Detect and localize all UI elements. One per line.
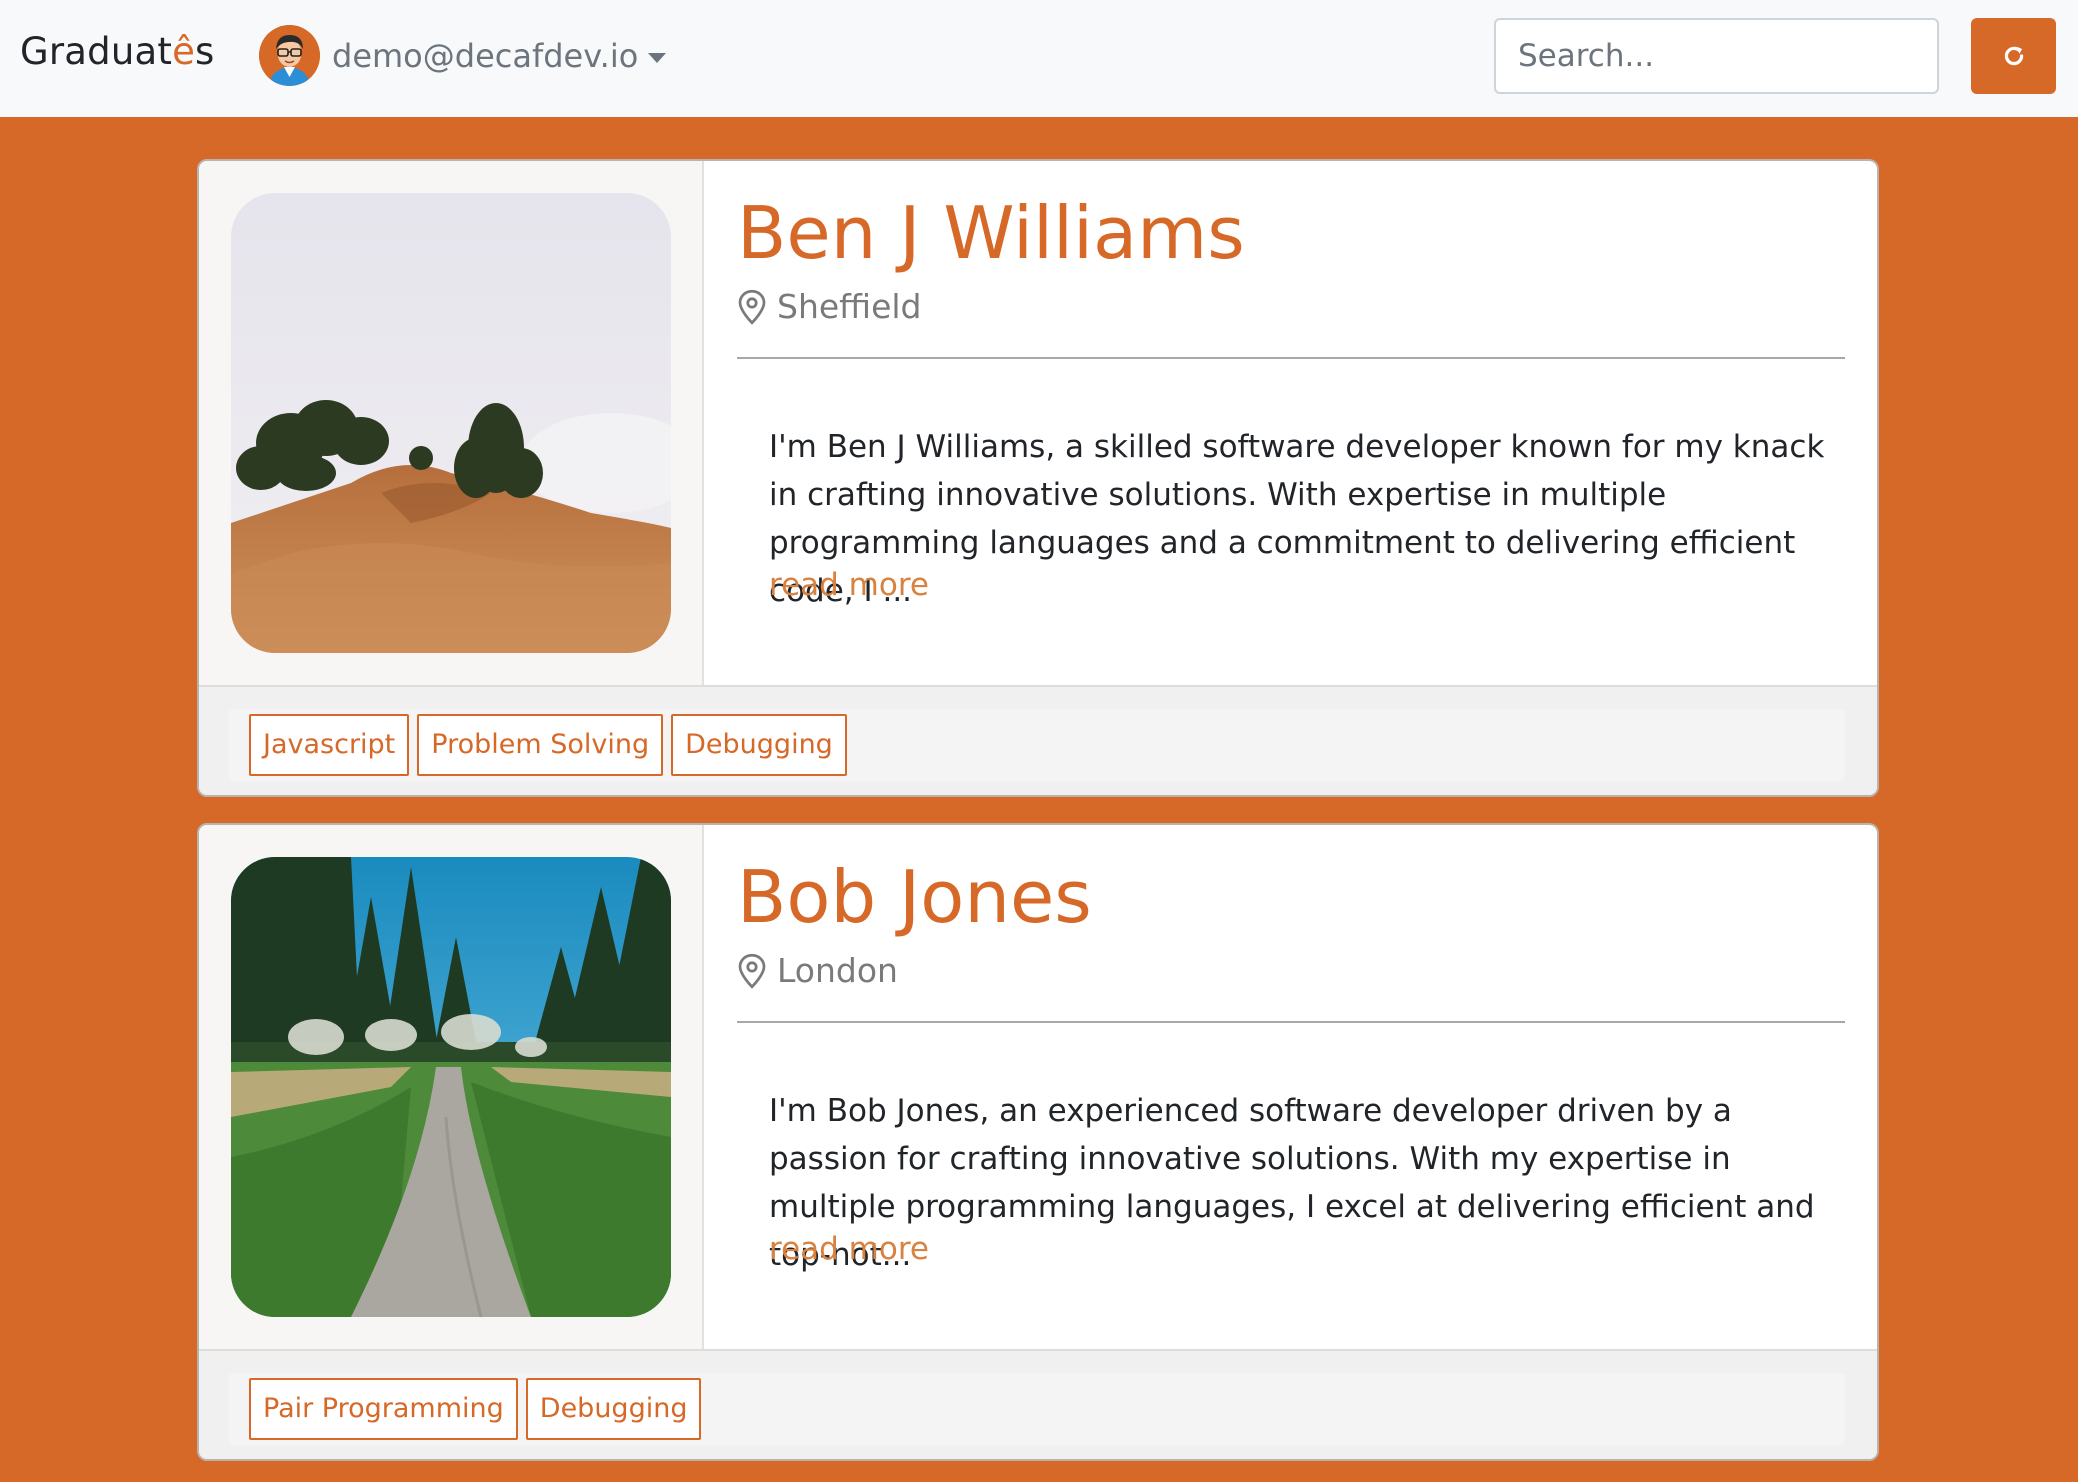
skill-tag[interactable]: Pair Programming (249, 1378, 518, 1440)
graduate-name[interactable]: Ben J Williams (737, 191, 1245, 275)
map-pin-icon (738, 953, 766, 989)
read-more-link[interactable]: read more (769, 567, 929, 603)
card-body: Bob Jones London I'm Bob Jones, an exper… (737, 825, 1847, 1349)
graduate-name[interactable]: Bob Jones (737, 855, 1092, 939)
graduate-photo[interactable] (231, 857, 671, 1317)
graduate-location: London (737, 951, 898, 990)
card-image-column (199, 825, 704, 1349)
graduate-photo[interactable] (231, 193, 671, 653)
skill-tag[interactable]: Problem Solving (417, 714, 664, 776)
location-text: London (777, 951, 898, 990)
map-pin-icon (738, 289, 766, 325)
card-body: Ben J Williams Sheffield I'm Ben J Willi… (737, 161, 1847, 685)
refresh-icon (2004, 46, 2023, 66)
graduate-card: Bob Jones London I'm Bob Jones, an exper… (197, 823, 1879, 1461)
skill-tag[interactable]: Debugging (525, 1378, 702, 1440)
skill-tag[interactable]: Javascript (249, 714, 410, 776)
user-menu-toggle[interactable]: demo@decafdev.io (259, 25, 667, 86)
skill-tags: Javascript Problem Solving Debugging (229, 709, 1845, 781)
refresh-button[interactable] (1971, 18, 2056, 94)
brand-name-accent: ê (172, 30, 196, 73)
brand-name-start: Graduat (20, 30, 173, 73)
card-image-column (199, 161, 704, 685)
brand-name-end: s (195, 30, 215, 73)
graduate-location: Sheffield (737, 287, 922, 326)
read-more-link[interactable]: read more (769, 1231, 929, 1267)
location-text: Sheffield (777, 287, 922, 326)
navbar: Graduatês demo@decafdev.io (0, 0, 2078, 117)
divider (737, 1021, 1845, 1023)
skill-tag[interactable]: Debugging (671, 714, 847, 776)
user-avatar-icon (259, 25, 320, 86)
card-footer: Pair Programming Debugging (199, 1349, 1877, 1459)
brand-logo[interactable]: Graduatês (20, 30, 215, 73)
card-footer: Javascript Problem Solving Debugging (199, 685, 1877, 795)
search-input[interactable] (1494, 18, 1939, 94)
skill-tags: Pair Programming Debugging (229, 1373, 1845, 1445)
divider (737, 357, 1845, 359)
graduate-card: Ben J Williams Sheffield I'm Ben J Willi… (197, 159, 1879, 797)
chevron-down-icon (648, 52, 667, 63)
user-email: demo@decafdev.io (332, 36, 639, 75)
